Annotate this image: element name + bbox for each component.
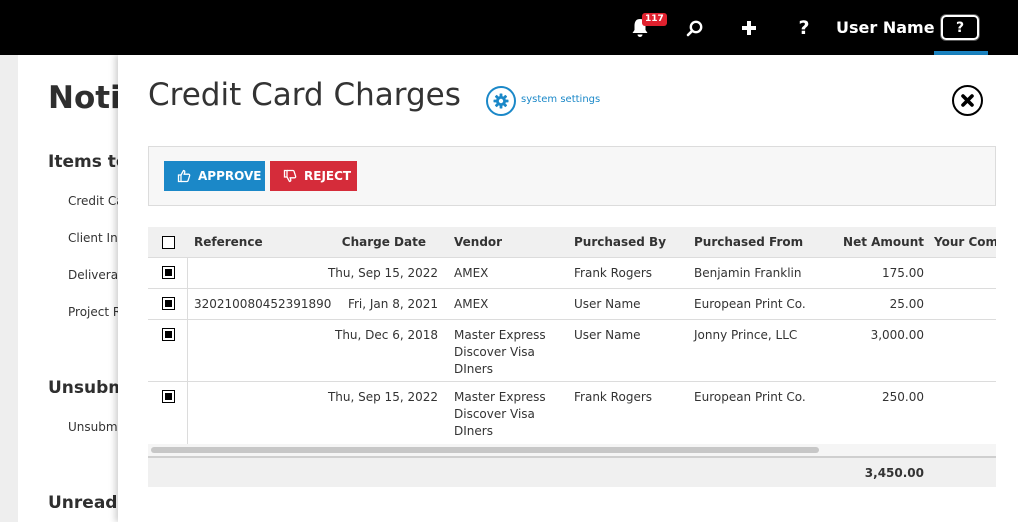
- cell-purchased-from: Jonny Prince, LLC: [694, 328, 798, 342]
- cell-charge-date: Thu, Sep 15, 2022: [327, 390, 438, 404]
- reject-label: REJECT: [304, 169, 352, 183]
- scrollbar-thumb[interactable]: [151, 447, 819, 453]
- cell-vendor-line: Discover Visa: [454, 407, 535, 421]
- cell-vendor: AMEX: [454, 266, 489, 280]
- background-link[interactable]: Deliverab: [68, 268, 118, 282]
- reject-button[interactable]: REJECT: [270, 161, 357, 191]
- background-link[interactable]: Project R: [68, 305, 118, 319]
- column-header-your-comments[interactable]: Your Comr: [934, 227, 996, 258]
- cell-vendor-line: Master Express: [454, 390, 546, 404]
- cell-charge-date: Thu, Dec 6, 2018: [334, 328, 438, 342]
- cell-purchased-by: User Name: [574, 297, 641, 311]
- gear-glyph: [493, 93, 509, 109]
- background-section-heading: Items to: [48, 152, 118, 172]
- cell-net-amount: 250.00: [882, 390, 924, 404]
- cell-vendor: AMEX: [454, 297, 489, 311]
- horizontal-scrollbar[interactable]: [148, 444, 996, 456]
- column-header-net-amount[interactable]: Net Amount: [838, 227, 924, 258]
- plus-glyph: [742, 20, 756, 35]
- cell-purchased-by: Frank Rogers: [574, 266, 653, 280]
- cell-charge-date: Thu, Sep 15, 2022: [327, 266, 438, 280]
- cell-purchased-from: Benjamin Franklin: [694, 266, 802, 280]
- background-page-title: Notifi: [48, 80, 118, 116]
- table-header: Reference Charge Date Vendor Purchased B…: [148, 227, 996, 258]
- net-amount-total: 3,450.00: [864, 466, 924, 480]
- cell-vendor-line: DIners: [454, 362, 493, 376]
- add-icon[interactable]: [736, 0, 762, 55]
- background-section-heading: Unread: [48, 493, 118, 513]
- background-link[interactable]: Client Inv: [68, 231, 118, 245]
- search-icon[interactable]: [682, 0, 708, 55]
- cell-net-amount: 3,000.00: [870, 328, 924, 342]
- table-row[interactable]: Thu, Sep 15, 2022 AMEX Frank Rogers Benj…: [148, 258, 996, 289]
- approve-label: APPROVE: [198, 169, 262, 183]
- cell-purchased-by: Frank Rogers: [574, 390, 653, 404]
- cell-net-amount: 175.00: [882, 266, 924, 280]
- background-section-heading: Unsubm: [48, 378, 118, 398]
- column-header-purchased-by[interactable]: Purchased By: [574, 227, 666, 258]
- charges-table: Reference Charge Date Vendor Purchased B…: [148, 227, 996, 487]
- cell-vendor-line: DIners: [454, 424, 493, 438]
- cell-charge-date: Fri, Jan 8, 2021: [347, 297, 438, 311]
- close-icon: [961, 94, 974, 107]
- system-settings-gear-icon[interactable]: [486, 86, 516, 116]
- cell-vendor-line: Discover Visa: [454, 345, 535, 359]
- close-panel-button[interactable]: [952, 85, 983, 116]
- table-footer: 3,450.00: [148, 456, 996, 487]
- thumbs-up-icon: [177, 169, 191, 183]
- top-navigation-bar: 117 ? User Name ?: [0, 0, 1018, 55]
- select-all-checkbox[interactable]: [162, 236, 175, 249]
- table-row[interactable]: Thu, Sep 15, 2022 Master Express Discove…: [148, 382, 996, 444]
- row-checkbox[interactable]: [162, 266, 175, 279]
- cell-net-amount: 25.00: [889, 297, 924, 311]
- notifications-bell-icon[interactable]: [626, 0, 654, 55]
- column-header-charge-date[interactable]: Charge Date: [338, 227, 426, 258]
- column-header-purchased-from[interactable]: Purchased From: [694, 227, 803, 258]
- thumbs-down-icon: [283, 169, 297, 183]
- approve-button[interactable]: APPROVE: [164, 161, 265, 191]
- cell-purchased-from: European Print Co.: [694, 390, 806, 404]
- background-link[interactable]: Credit Ca: [68, 194, 118, 208]
- row-checkbox[interactable]: [162, 390, 175, 403]
- background-link[interactable]: Unsubmi: [68, 420, 118, 434]
- help-button[interactable]: ?: [792, 0, 816, 55]
- row-checkbox[interactable]: [162, 297, 175, 310]
- background-edge: [0, 55, 18, 522]
- action-bar: APPROVE REJECT: [148, 146, 996, 206]
- system-settings-link[interactable]: system settings: [521, 94, 600, 105]
- background-page: Notifi Items to Credit Ca Client Inv Del…: [0, 55, 118, 522]
- column-header-vendor[interactable]: Vendor: [454, 227, 502, 258]
- table-row[interactable]: 320210080452391890 Fri, Jan 8, 2021 AMEX…: [148, 289, 996, 320]
- user-menu[interactable]: User Name: [836, 0, 935, 55]
- cell-vendor-line: Master Express: [454, 328, 546, 342]
- column-header-reference[interactable]: Reference: [194, 227, 263, 258]
- row-checkbox[interactable]: [162, 328, 175, 341]
- help-box-button[interactable]: ?: [941, 15, 979, 40]
- credit-card-charges-panel: Credit Card Charges system settings APPR…: [118, 55, 1018, 522]
- panel-title: Credit Card Charges: [148, 77, 461, 113]
- table-row[interactable]: Thu, Dec 6, 2018 Master Express Discover…: [148, 320, 996, 382]
- cell-purchased-by: User Name: [574, 328, 641, 342]
- cell-purchased-from: European Print Co.: [694, 297, 806, 311]
- magnifier-glyph: [686, 20, 703, 36]
- notification-count-badge: 117: [642, 13, 667, 26]
